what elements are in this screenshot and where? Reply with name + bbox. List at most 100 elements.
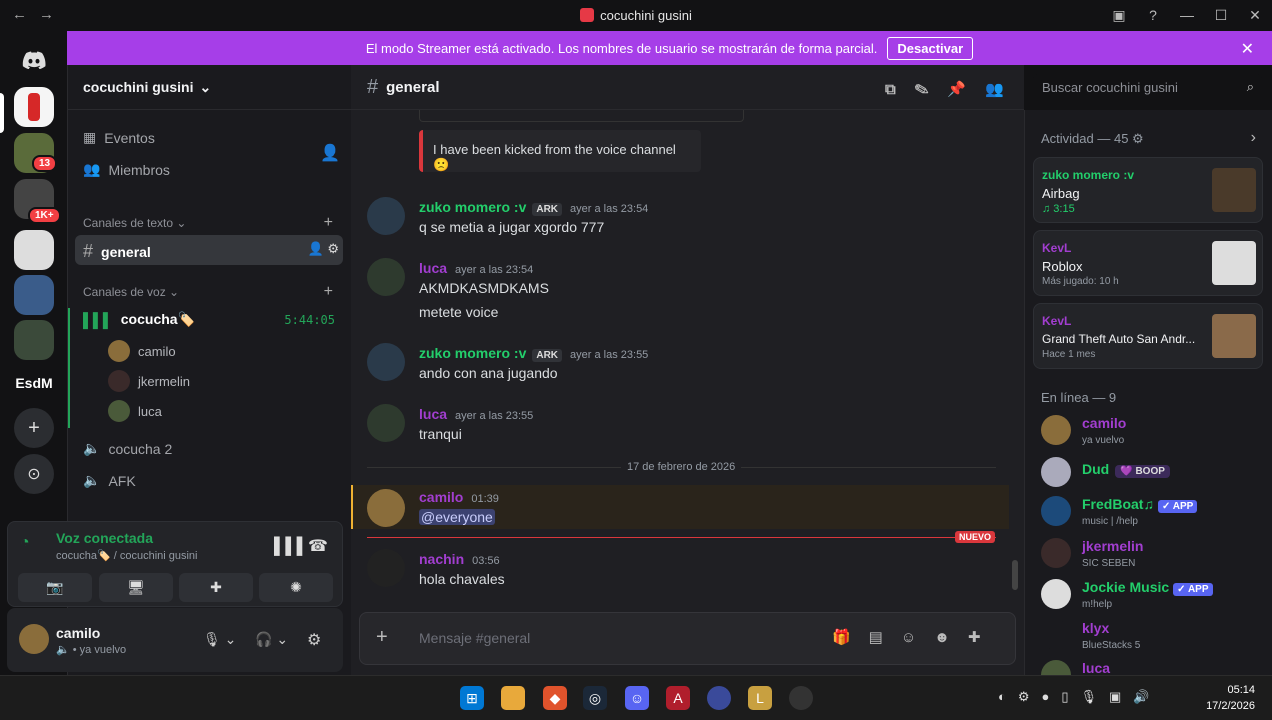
brave-icon[interactable]: ◆ (543, 686, 567, 710)
voice-user[interactable]: jkermelin (108, 370, 190, 392)
chevron-right-icon[interactable]: › (1251, 129, 1256, 147)
server-icon-4[interactable] (14, 230, 54, 270)
voice-category[interactable]: Canales de voz ⌄ (83, 285, 179, 299)
app-icon[interactable]: A (666, 686, 690, 710)
disconnect-icon[interactable]: ☎ (308, 536, 328, 556)
close-icon[interactable]: ✕ (1241, 39, 1254, 59)
add-voice-channel-icon[interactable]: + (324, 283, 333, 301)
avatar[interactable] (367, 258, 405, 296)
app-icon[interactable] (707, 686, 731, 710)
camera-button[interactable]: 📷 (18, 573, 92, 602)
scrollbar[interactable] (1012, 560, 1018, 590)
avatar[interactable] (367, 197, 405, 235)
voice-channel-cocucha2[interactable]: 🔈 cocucha 2 (83, 440, 172, 457)
discord-taskbar-icon[interactable]: ☺ (625, 686, 649, 710)
voice-user[interactable]: luca (108, 400, 162, 422)
user-name: camilo (56, 625, 101, 641)
member-item[interactable]: klyx BlueStacks 5 (1041, 620, 1261, 660)
activities-button[interactable]: ✚ (179, 573, 253, 602)
avatar (1041, 660, 1071, 675)
server-cocuchini-icon[interactable] (14, 87, 54, 127)
add-server-icon[interactable]: + (14, 408, 54, 448)
header-actions-icon[interactable]: ⧉✎📌👥 (885, 80, 1023, 98)
events-item[interactable]: ▦ Eventos (83, 129, 155, 146)
member-item[interactable]: FredBoat♫ ✓ APP music | /help (1041, 496, 1261, 536)
member-item[interactable]: jkermelin SIC SEBEN (1041, 538, 1261, 578)
avatar[interactable] (367, 489, 405, 527)
attach-icon[interactable]: + (376, 626, 388, 649)
server-header[interactable]: cocuchini gusini ⌄ 👤 (68, 65, 351, 162)
settings-icon[interactable]: ⚙ (307, 630, 321, 650)
league-icon[interactable]: L (748, 686, 772, 710)
soundboard-button[interactable]: ✺ (259, 573, 333, 602)
album-art (1212, 168, 1256, 212)
search-input[interactable]: Buscar cocuchini gusini ⌕ (1033, 74, 1262, 102)
member-status: ya vuelvo (1082, 435, 1125, 446)
server-icon-6[interactable] (14, 320, 54, 360)
windows-start-icon[interactable]: ⊞ (460, 686, 484, 710)
clock-date[interactable]: 17/2/2026 (1200, 700, 1255, 712)
chat-message: zuko momero :v ARK ayer a las 23:55 ando c… (367, 343, 1008, 383)
activity-card[interactable]: zuko momero :v Airbag ♫ 3:15 (1033, 157, 1263, 223)
member-item[interactable]: Dud 💜 BOOP (1041, 457, 1261, 497)
activity-card[interactable]: KevL Roblox Más jugado: 10 h (1033, 230, 1263, 296)
message-author[interactable]: zuko momero :v ARK ayer a las 23:55 (419, 345, 648, 362)
speaker-icon: 🔈 (83, 472, 101, 488)
member-list: Actividad — 45 ⚙ › zuko momero :v Airbag… (1024, 110, 1272, 675)
avatar (1041, 620, 1071, 650)
file-explorer-icon[interactable] (501, 686, 525, 710)
activity-header[interactable]: Actividad — 45 ⚙ (1041, 131, 1144, 147)
composer-actions-icon[interactable]: 🎁▤☺☻✚ (832, 628, 999, 646)
mic-icon[interactable]: 🎙 ⌄ (203, 631, 236, 648)
inbox-icon[interactable]: ▣ (1102, 0, 1136, 30)
app-icon (580, 8, 595, 22)
add-channel-icon[interactable]: + (324, 214, 333, 232)
member-item[interactable]: luca (1041, 660, 1261, 675)
avatar[interactable] (367, 404, 405, 442)
avatar[interactable] (367, 343, 405, 381)
close-button[interactable]: ✕ (1238, 0, 1272, 30)
obs-icon[interactable] (789, 686, 813, 710)
discord-home-icon[interactable] (14, 40, 54, 80)
steam-icon[interactable]: ◎ (583, 686, 607, 710)
voice-location[interactable]: cocucha🏷️ / cocuchini gusini (56, 549, 198, 562)
message-author[interactable]: camilo 01:39 (419, 489, 499, 505)
screen-share-button[interactable]: 🖥 (99, 573, 173, 602)
maximize-button[interactable]: ☐ (1204, 0, 1238, 30)
minimize-button[interactable]: — (1170, 0, 1204, 30)
member-item[interactable]: Jockie Music ✓ APP m!help (1041, 579, 1261, 619)
message-author[interactable]: zuko momero :v ARK ayer a las 23:54 (419, 199, 648, 216)
message-input[interactable]: Mensaje #general (419, 630, 530, 646)
help-icon[interactable]: ? (1136, 0, 1170, 30)
message-author[interactable]: luca ayer a las 23:54 (419, 260, 533, 276)
activity-card[interactable]: KevL Grand Theft Auto San Andr... Hace 1… (1033, 303, 1263, 369)
hash-icon: # (83, 241, 94, 261)
invite-icon[interactable]: 👤 (320, 143, 340, 163)
new-divider (367, 537, 996, 538)
voice-channel-cocucha[interactable]: ▌▌▌ cocucha🏷️ (83, 311, 195, 328)
voice-user[interactable]: camilo (108, 340, 176, 362)
bot-embed: I have been kicked from the voice channe… (419, 130, 701, 172)
server-icon-5[interactable] (14, 275, 54, 315)
channel-settings-icon[interactable]: 👤 ⚙ (308, 241, 339, 257)
voice-channel-afk[interactable]: 🔈 AFK (83, 472, 136, 489)
message-author[interactable]: nachin 03:56 (419, 551, 500, 567)
member-item[interactable]: camilo ya vuelvo (1041, 415, 1261, 455)
avatar[interactable] (367, 549, 405, 587)
server-esdm[interactable]: EsdM (14, 363, 54, 403)
disable-streamer-button[interactable]: Desactivar (887, 36, 974, 60)
message-author[interactable]: luca ayer a las 23:55 (419, 406, 533, 422)
members-item[interactable]: 👥 Miembros (83, 161, 170, 178)
clock-time[interactable]: 05:14 (1200, 684, 1255, 696)
tray-icons[interactable]: ◐⚙●▯🎙▣🔊 (998, 689, 1162, 705)
discover-icon[interactable]: ⊙ (14, 454, 54, 494)
mention-everyone[interactable]: @everyone (419, 509, 495, 525)
message-text: hola chavales (419, 571, 505, 587)
text-category[interactable]: Canales de texto ⌄ (83, 216, 186, 230)
headphones-icon[interactable]: 🎧 ⌄ (255, 631, 288, 648)
voice-timer: 5:44:05 (284, 313, 335, 327)
noise-icon[interactable]: ▌▌▌ (274, 538, 308, 556)
activity-sub: ♫ 3:15 (1042, 203, 1075, 215)
avatar[interactable] (19, 624, 49, 654)
chat-message: nachin 03:56 hola chavales (367, 549, 1008, 589)
